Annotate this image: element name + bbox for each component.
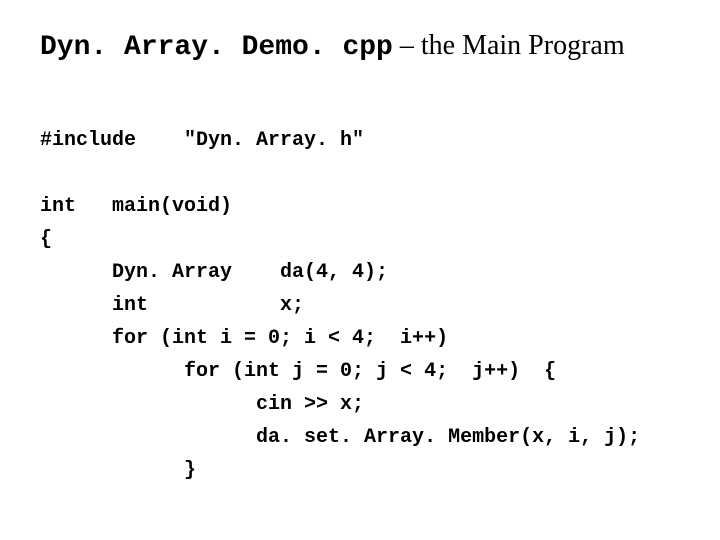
code-line: cin >> x; <box>40 393 364 416</box>
code-line: #include "Dyn. Array. h" <box>40 129 364 152</box>
title-filename: Dyn. Array. Demo. cpp <box>40 32 393 63</box>
code-line: da. set. Array. Member(x, i, j); <box>40 426 640 449</box>
code-line: { <box>40 228 52 251</box>
code-line: } <box>40 459 196 482</box>
slide-title: Dyn. Array. Demo. cpp – the Main Program <box>40 30 680 63</box>
code-listing: #include "Dyn. Array. h" int main(void) … <box>40 91 680 487</box>
code-line: for (int j = 0; j < 4; j++) { <box>40 360 556 383</box>
code-line: int main(void) <box>40 195 232 218</box>
title-description: – the Main Program <box>393 30 625 61</box>
code-line: for (int i = 0; i < 4; i++) <box>40 327 448 350</box>
code-line: Dyn. Array da(4, 4); <box>40 261 388 284</box>
code-line: int x; <box>40 294 304 317</box>
